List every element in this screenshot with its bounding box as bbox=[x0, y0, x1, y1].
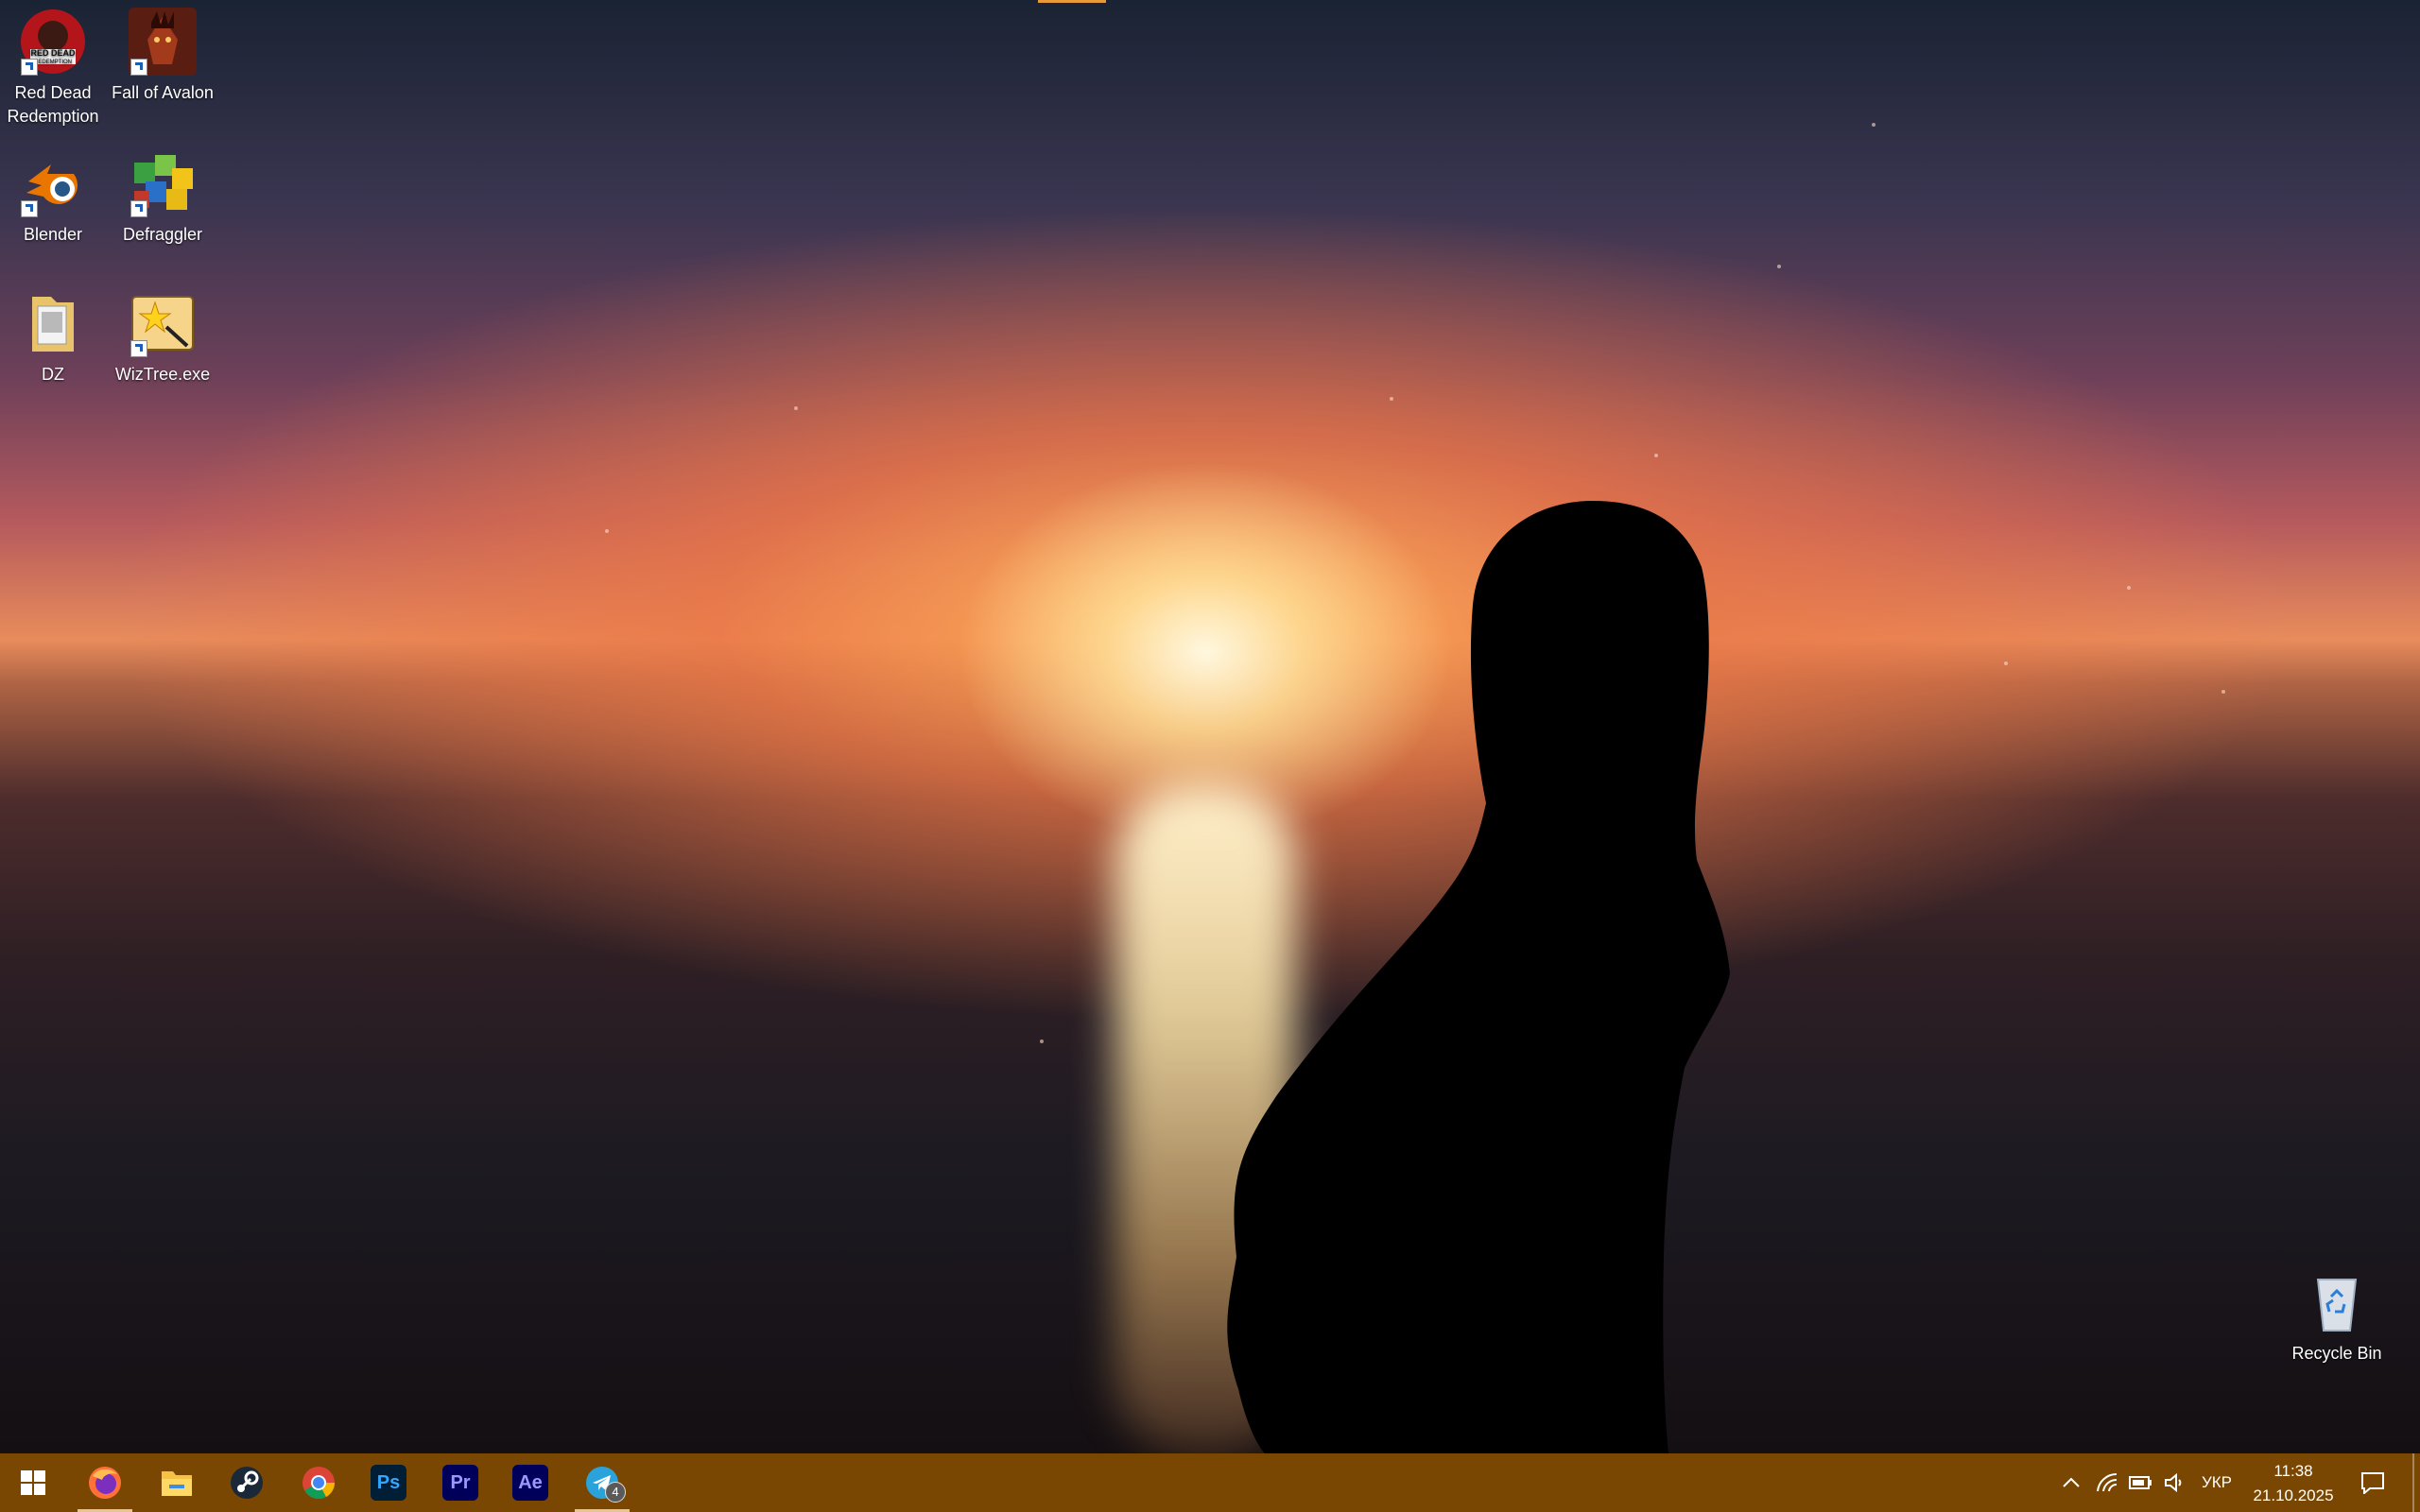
volume-button[interactable] bbox=[2159, 1453, 2191, 1512]
dust-particle bbox=[2004, 662, 2008, 665]
battery-icon bbox=[2129, 1476, 2152, 1489]
dust-particle bbox=[1777, 265, 1781, 268]
premiere-icon: Pr bbox=[442, 1465, 478, 1501]
dust-particle bbox=[1654, 454, 1658, 457]
windows-start-icon bbox=[21, 1470, 45, 1495]
taskbar-premiere[interactable]: Pr bbox=[425, 1453, 495, 1512]
desktop-icon-label: Fall of Avalon bbox=[112, 83, 214, 102]
dust-particle bbox=[1390, 397, 1393, 401]
taskbar-photoshop[interactable]: Ps bbox=[354, 1453, 424, 1512]
battery-button[interactable] bbox=[2125, 1453, 2157, 1512]
shortcut-arrow-icon bbox=[130, 340, 147, 357]
show-desktop-button[interactable] bbox=[2412, 1453, 2414, 1512]
notification-badge: 4 bbox=[605, 1482, 626, 1503]
dust-particle bbox=[1040, 1040, 1044, 1043]
taskbar-chrome[interactable] bbox=[284, 1453, 354, 1512]
photoshop-icon: Ps bbox=[371, 1465, 406, 1501]
recycle-bin-icon bbox=[2303, 1268, 2371, 1336]
top-edge-indicator bbox=[1038, 0, 1106, 3]
desktop-icon-label: Blender bbox=[23, 225, 83, 244]
speaker-icon bbox=[2165, 1473, 2182, 1492]
desktop-icon-defraggler[interactable]: Defraggler bbox=[110, 146, 216, 247]
blender-icon bbox=[19, 149, 87, 217]
desktop-icon-label: DZ bbox=[42, 365, 64, 384]
desktop-icon-label: WizTree.exe bbox=[114, 365, 211, 384]
shortcut-arrow-icon bbox=[21, 200, 38, 217]
taskbar-steam[interactable] bbox=[212, 1453, 282, 1512]
start-button[interactable] bbox=[0, 1453, 66, 1512]
firefox-icon bbox=[89, 1467, 121, 1499]
dust-particle bbox=[2221, 690, 2225, 694]
folder-icon bbox=[19, 289, 87, 357]
shortcut-arrow-icon bbox=[21, 59, 38, 76]
network-button[interactable] bbox=[2091, 1453, 2123, 1512]
svg-text:REDEMPTION: REDEMPTION bbox=[34, 60, 72, 65]
fall-of-avalon-icon bbox=[129, 8, 197, 76]
taskbar: Ps Pr Ae 4 УКР 11:38 21.10.2025 bbox=[0, 1453, 2420, 1512]
notification-icon bbox=[2361, 1472, 2384, 1494]
defraggler-icon bbox=[129, 149, 197, 217]
taskbar-after-effects[interactable]: Ae bbox=[495, 1453, 565, 1512]
desktop-icon-blender[interactable]: Blender bbox=[0, 146, 106, 247]
wiztree-icon bbox=[129, 289, 197, 357]
dust-particle bbox=[794, 406, 798, 410]
shortcut-arrow-icon bbox=[130, 59, 147, 76]
file-explorer-icon bbox=[162, 1471, 192, 1496]
taskbar-telegram[interactable]: 4 bbox=[567, 1453, 637, 1512]
desktop-wallpaper bbox=[0, 0, 2420, 1453]
desktop-icon-red-dead-redemption[interactable]: RED DEAD REDEMPTION Red Dead Redemption bbox=[0, 4, 106, 129]
clock-date: 21.10.2025 bbox=[2253, 1486, 2334, 1504]
desktop-icon-wiztree[interactable]: WizTree.exe bbox=[110, 285, 216, 387]
desktop-icon-fall-of-avalon[interactable]: Fall of Avalon bbox=[110, 4, 216, 105]
chevron-up-icon bbox=[2063, 1477, 2080, 1487]
desktop-icon-label: Recycle Bin bbox=[2291, 1344, 2382, 1363]
desktop-icon-label: Defraggler bbox=[122, 225, 203, 244]
desktop-icon-label: Red Dead Redemption bbox=[7, 83, 99, 126]
steam-icon bbox=[231, 1467, 263, 1499]
taskbar-file-explorer[interactable] bbox=[142, 1453, 212, 1512]
red-dead-redemption-icon: RED DEAD REDEMPTION bbox=[19, 8, 87, 76]
dust-particle bbox=[605, 529, 609, 533]
taskbar-firefox[interactable] bbox=[70, 1453, 140, 1512]
person-silhouette bbox=[1227, 501, 1730, 1453]
dust-particle bbox=[2127, 586, 2131, 590]
action-center-button[interactable] bbox=[2352, 1453, 2394, 1512]
wifi-icon bbox=[2097, 1472, 2118, 1492]
shortcut-arrow-icon bbox=[130, 200, 147, 217]
desktop-icon-dz-folder[interactable]: DZ bbox=[0, 285, 106, 387]
svg-text:RED DEAD: RED DEAD bbox=[30, 48, 76, 58]
after-effects-icon: Ae bbox=[512, 1465, 548, 1501]
show-hidden-icons-button[interactable] bbox=[2057, 1453, 2085, 1512]
clock[interactable]: 11:38 21.10.2025 bbox=[2227, 1459, 2360, 1508]
chrome-icon bbox=[302, 1467, 335, 1499]
dust-particle bbox=[1872, 123, 1876, 127]
clock-time: 11:38 bbox=[2273, 1462, 2313, 1480]
desktop-icon-recycle-bin[interactable]: Recycle Bin bbox=[2284, 1264, 2390, 1366]
